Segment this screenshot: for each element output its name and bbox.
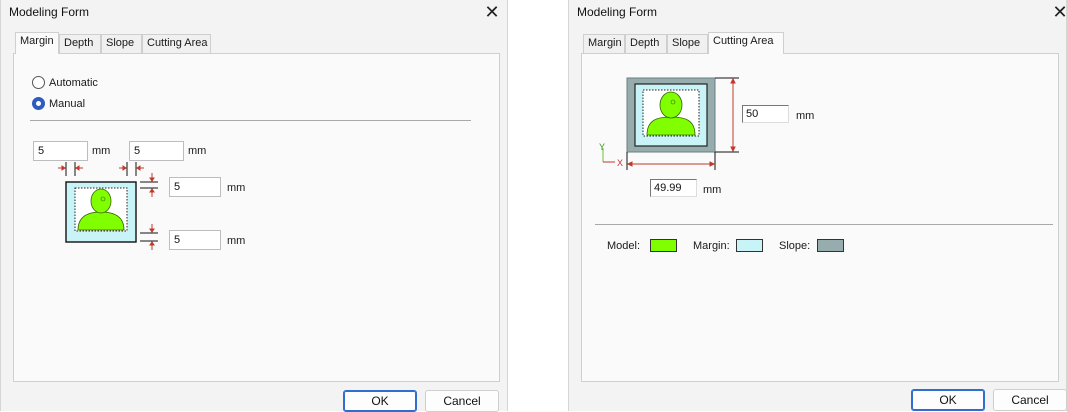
ok-button[interactable]: OK	[343, 390, 417, 412]
tab-slope[interactable]: Slope	[667, 34, 708, 54]
close-button[interactable]: ✕	[1047, 0, 1067, 24]
axis-y-label: Y	[599, 142, 606, 152]
height-unit: mm	[796, 110, 815, 122]
dialog-title: Modeling Form	[9, 5, 90, 19]
margin-top-input[interactable]	[169, 177, 221, 197]
title-bar: Modeling Form ✕	[569, 0, 1067, 24]
legend-model-label: Model:	[607, 240, 641, 252]
margin-left-unit: mm	[92, 145, 111, 157]
radio-manual[interactable]: Manual	[32, 97, 85, 110]
margin-top-unit: mm	[227, 182, 246, 194]
cancel-button[interactable]: Cancel	[993, 389, 1067, 411]
margin-diagram	[58, 162, 158, 250]
tab-depth[interactable]: Depth	[59, 34, 101, 54]
legend-model-swatch	[650, 239, 677, 252]
radio-indicator	[32, 76, 45, 89]
tab-panel-margin: Automatic Manual mm mm mm mm	[13, 53, 500, 382]
legend-slope-label: Slope:	[779, 240, 811, 252]
legend-margin-label: Margin:	[693, 240, 730, 252]
radio-indicator-selected	[32, 97, 45, 110]
legend-slope-swatch	[817, 239, 844, 252]
tab-panel-cutting-area: Y X mm mm Model: Margin: Slope:	[581, 53, 1059, 382]
modeling-form-dialog-margin: Modeling Form ✕ Margin Depth Slope Cutti…	[0, 0, 508, 412]
modeling-form-dialog-cutting-area: Modeling Form ✕ Margin Depth Slope Cutti…	[568, 0, 1067, 411]
cancel-button[interactable]: Cancel	[425, 390, 499, 412]
radio-automatic[interactable]: Automatic	[32, 76, 98, 89]
close-icon: ✕	[484, 1, 500, 22]
ok-button[interactable]: OK	[911, 389, 985, 411]
margin-right-unit: mm	[188, 145, 207, 157]
height-input[interactable]	[742, 105, 789, 123]
legend-margin-swatch	[736, 239, 763, 252]
tab-depth[interactable]: Depth	[625, 34, 667, 54]
tab-cutting-area[interactable]: Cutting Area	[142, 34, 211, 54]
close-button[interactable]: ✕	[479, 0, 505, 24]
title-bar: Modeling Form ✕	[1, 0, 507, 24]
tab-slope[interactable]: Slope	[101, 34, 142, 54]
separator	[595, 224, 1053, 225]
separator	[30, 120, 471, 121]
tab-margin[interactable]: Margin	[583, 34, 625, 54]
margin-right-input[interactable]	[129, 141, 184, 161]
close-icon: ✕	[1052, 1, 1067, 22]
radio-manual-label: Manual	[49, 97, 86, 110]
margin-bottom-unit: mm	[227, 235, 246, 247]
margin-left-input[interactable]	[33, 141, 88, 161]
axis-x-label: X	[617, 158, 624, 168]
tab-cutting-area[interactable]: Cutting Area	[708, 32, 784, 54]
tab-margin[interactable]: Margin	[15, 32, 59, 54]
dialog-title: Modeling Form	[577, 5, 658, 19]
width-input[interactable]	[650, 179, 697, 197]
width-unit: mm	[703, 184, 722, 196]
margin-bottom-input[interactable]	[169, 230, 221, 250]
radio-automatic-label: Automatic	[49, 76, 98, 89]
